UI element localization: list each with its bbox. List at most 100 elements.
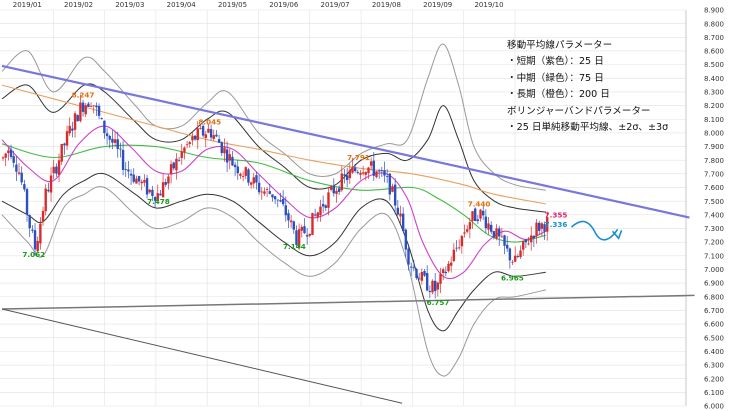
y-tick-label: 7.400 — [704, 211, 724, 219]
candle-body — [169, 164, 173, 175]
y-tick-label: 8.100 — [704, 116, 724, 124]
candle-body — [183, 147, 186, 153]
candle-body — [1, 157, 5, 159]
candle-body — [247, 169, 250, 183]
candle-body — [161, 182, 165, 198]
candle-body — [97, 105, 101, 116]
candle-body — [271, 194, 274, 198]
candle-body — [145, 178, 149, 195]
candle-body — [351, 167, 354, 173]
candle-body — [532, 235, 536, 239]
candle-body — [519, 250, 522, 258]
candle-body — [420, 271, 424, 281]
candle-body — [79, 102, 82, 122]
candle-body — [319, 206, 322, 216]
candle-body — [375, 171, 378, 178]
candle-body — [439, 273, 442, 284]
candle-body — [180, 151, 183, 158]
candle-body — [201, 126, 205, 136]
y-tick-label: 6.300 — [704, 362, 724, 370]
y-tick-label: 6.100 — [704, 389, 724, 397]
candle-body — [364, 172, 368, 175]
candle-body — [63, 143, 66, 146]
candle-body — [33, 230, 37, 250]
candle-body — [332, 185, 336, 194]
candle-body — [353, 167, 357, 172]
candle-body — [407, 248, 410, 265]
candle-body — [441, 269, 445, 273]
candle-body — [538, 222, 541, 231]
candle-body — [388, 173, 392, 195]
candle-body — [52, 166, 55, 174]
candle-body — [220, 142, 223, 153]
candle-body — [151, 189, 154, 197]
candle-body — [108, 135, 111, 140]
candle-body — [369, 161, 373, 166]
legend-line: ・長期（橙色）：200 日 — [507, 89, 610, 101]
candle-body — [193, 135, 197, 140]
candle-body — [276, 199, 279, 201]
candle-body — [292, 221, 295, 230]
candle-body — [473, 208, 477, 222]
candle-body — [409, 266, 413, 268]
candle-body — [399, 213, 402, 217]
y-tick-label: 8.200 — [704, 102, 724, 110]
candle-body — [484, 216, 488, 229]
x-tick-label: 2019/09 — [423, 1, 452, 9]
price-label: 6.757 — [427, 298, 450, 307]
candle-body — [329, 186, 333, 190]
candle-body — [279, 200, 282, 202]
legend-line: ボリンジャーバンドパラメーター — [507, 105, 651, 117]
candle-body — [324, 205, 328, 208]
candle-body — [506, 244, 509, 249]
candle-body — [39, 223, 42, 244]
candle-body — [132, 174, 135, 182]
candle-body — [140, 181, 143, 184]
candle-body — [257, 182, 261, 193]
candle-body — [148, 189, 151, 193]
y-tick-label: 6.400 — [704, 348, 724, 356]
price-label: 7.440 — [468, 200, 491, 209]
candle-body — [124, 169, 127, 170]
candle-body — [17, 172, 21, 174]
candle-body — [391, 186, 394, 192]
y-tick-label: 8.300 — [704, 89, 724, 97]
candle-body — [449, 262, 453, 266]
candle-body — [284, 205, 287, 216]
candle-body — [404, 229, 408, 250]
candle-body — [9, 149, 13, 158]
y-tick-label: 6.200 — [704, 375, 724, 383]
candle-body — [241, 176, 245, 177]
x-tick-label: 2019/10 — [474, 1, 503, 9]
price-label: 6.965 — [501, 273, 524, 282]
legend-line: 移動平均線パラメーター — [507, 40, 613, 51]
price-label: 7.336 — [545, 220, 568, 229]
candle-body — [487, 223, 490, 230]
y-tick-label: 8.600 — [704, 48, 724, 56]
legend-line: ・短期（紫色）：25 日 — [507, 56, 604, 68]
candle-body — [511, 261, 514, 263]
candle-body — [311, 213, 314, 235]
candle-body — [249, 182, 253, 185]
candle-body — [305, 235, 309, 237]
y-tick-label: 7.500 — [704, 198, 724, 206]
candle-body — [252, 177, 255, 184]
y-tick-label: 6.700 — [704, 307, 724, 315]
price-label: 7.144 — [283, 242, 306, 251]
candle-body — [340, 173, 344, 191]
candle-body — [223, 147, 226, 154]
candle-body — [535, 222, 538, 237]
y-tick-label: 8.500 — [704, 61, 724, 69]
candle-body — [479, 209, 482, 219]
candle-body — [300, 226, 303, 231]
candle-body — [55, 166, 58, 174]
candle-body — [81, 102, 85, 112]
x-tick-label: 2019/01 — [13, 1, 42, 9]
candle-body — [105, 133, 109, 137]
candle-body — [71, 128, 74, 131]
candle-body — [468, 222, 472, 230]
y-tick-label: 7.800 — [704, 157, 724, 165]
candle-body — [359, 172, 362, 175]
candle-body — [84, 105, 87, 115]
candle-body — [495, 228, 498, 239]
